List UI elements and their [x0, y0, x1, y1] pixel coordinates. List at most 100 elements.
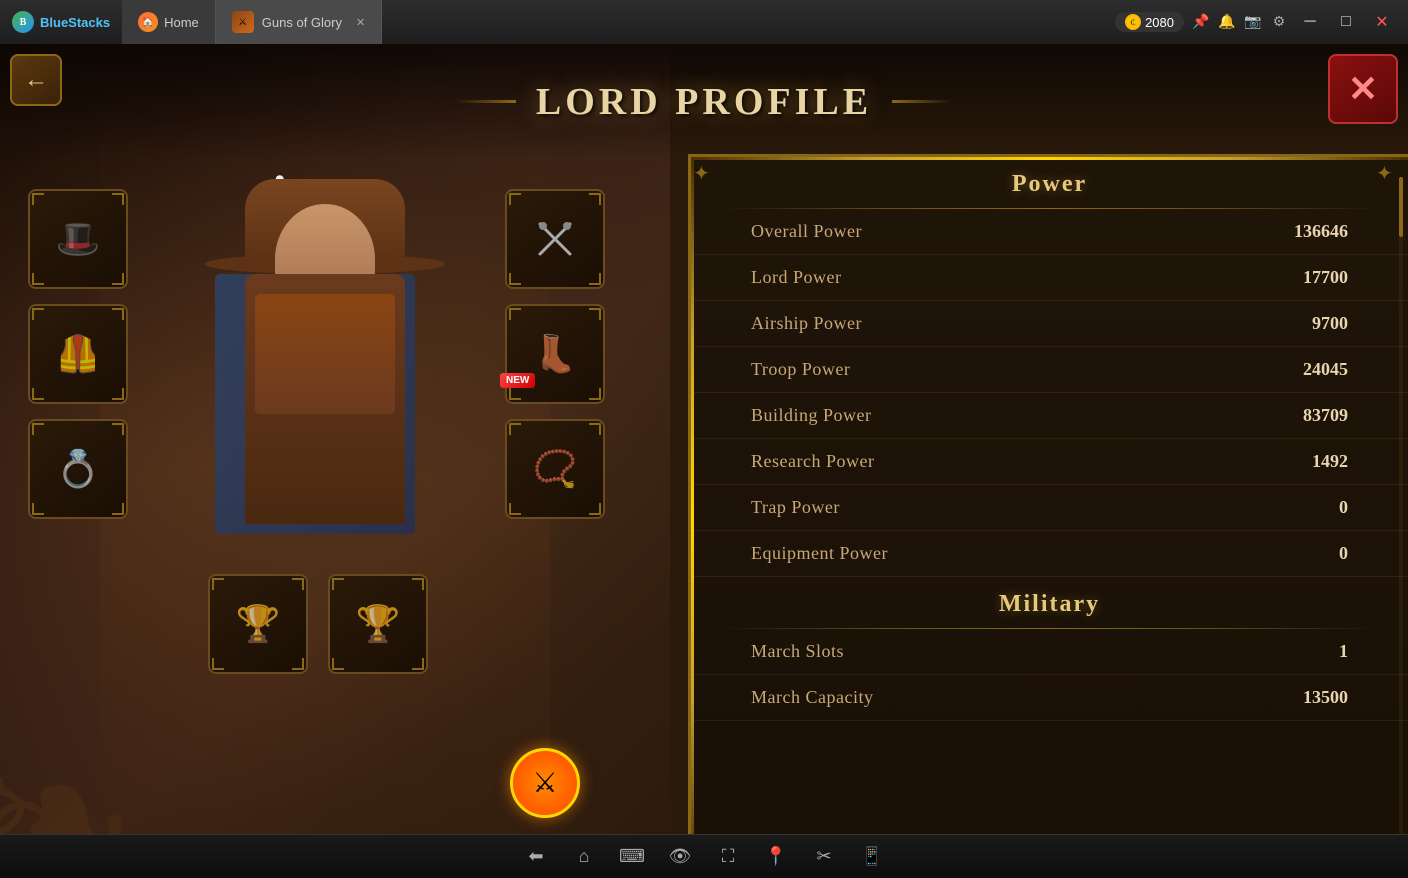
game-tab-icon: ⚔ [232, 11, 254, 33]
lord-power-value: 17700 [1303, 267, 1348, 288]
stats-panel: ✦ ✦ Power Overall Power 136646 Lord Powe… [688, 154, 1408, 878]
equipment-power-value: 0 [1339, 543, 1348, 564]
troop-power-label: Troop Power [751, 359, 850, 380]
taskbar-home-icon[interactable]: ⌂ [570, 843, 598, 871]
ring-slot-icon: 💍 [56, 448, 101, 490]
pin-icon[interactable]: 📌 [1192, 13, 1210, 31]
armor-equipment-slot[interactable]: 🦺 [28, 304, 128, 404]
title-area: LORD PROFILE [0, 44, 1408, 159]
taskbar-back-icon[interactable]: ⬅ [522, 843, 550, 871]
character-body [245, 274, 405, 524]
necklace-slot-icon: 📿 [533, 448, 578, 490]
slot-corner-br [112, 273, 124, 285]
march-slots-value: 1 [1339, 641, 1348, 662]
taskbar-keyboard-icon[interactable]: ⌨ [618, 843, 646, 871]
new-badge: NEW [500, 370, 535, 388]
game-tab-close[interactable]: ✕ [356, 16, 365, 29]
crossed-pistols-icon [530, 214, 580, 264]
back-button[interactable]: ← [10, 54, 62, 106]
taskbar-fullscreen-icon[interactable]: ⛶ [714, 843, 742, 871]
slot-corner-tr [112, 308, 124, 320]
building-power-row: Building Power 83709 [691, 393, 1408, 439]
taskbar-location-icon[interactable]: 📍 [762, 843, 790, 871]
lord-power-row: Lord Power 17700 [691, 255, 1408, 301]
power-section-header: Power [691, 157, 1408, 208]
military-section-header: Military [691, 577, 1408, 628]
slot-corner-bl [212, 658, 224, 670]
notification-icon[interactable]: 🔔 [1218, 13, 1236, 31]
currency-display: ₵ 2080 [1115, 12, 1184, 32]
quest-icon[interactable]: ⚔ [510, 748, 580, 818]
game-area: ❧ LORD PROFILE ← [0, 44, 1408, 878]
boots-equipment-slot[interactable]: 👢 [505, 304, 605, 404]
scroll-indicator[interactable] [1399, 177, 1403, 858]
slot-corner-tl [509, 423, 521, 435]
currency-amount: 2080 [1145, 15, 1174, 30]
close-button[interactable]: ✕ [1328, 54, 1398, 124]
slot-corner-bl [509, 388, 521, 400]
settings-icon[interactable]: ⚙ [1270, 13, 1288, 31]
character-torso [235, 274, 415, 594]
quest-circle: ⚔ [510, 748, 580, 818]
slot-corner-tl [509, 193, 521, 205]
game-tab[interactable]: ⚔ Guns of Glory ✕ [216, 0, 382, 44]
airship-power-value: 9700 [1312, 313, 1348, 334]
slot-corner-tr [589, 423, 601, 435]
new-badge-text: NEW [500, 373, 535, 388]
armor-slot-icon: 🦺 [56, 333, 101, 375]
title-left-decoration [456, 100, 516, 103]
slot-corner-tr [292, 578, 304, 590]
slot-corner-tl [212, 578, 224, 590]
march-capacity-row: March Capacity 13500 [691, 675, 1408, 721]
slot-corner-bl [32, 273, 44, 285]
boots-slot-icon: 👢 [533, 333, 578, 375]
overall-power-row: Overall Power 136646 [691, 209, 1408, 255]
item2-equipment-slot[interactable]: 🏆 [328, 574, 428, 674]
ring-equipment-slot[interactable]: 💍 [28, 419, 128, 519]
title-bar-controls: ₵ 2080 📌 🔔 📷 ⚙ ─ □ ✕ [1115, 8, 1408, 36]
taskbar-view-icon[interactable]: 👁 [666, 843, 694, 871]
panel-left-border [691, 157, 694, 878]
scroll-thumb [1399, 177, 1403, 237]
equipment-power-label: Equipment Power [751, 543, 888, 564]
hat-equipment-slot[interactable]: 🎩 [28, 189, 128, 289]
building-power-label: Building Power [751, 405, 872, 426]
home-tab[interactable]: 🏠 Home [122, 0, 216, 44]
taskbar: ⬅ ⌂ ⌨ 👁 ⛶ 📍 ✂ 📱 [0, 834, 1408, 878]
character-figure [100, 104, 550, 854]
research-power-label: Research Power [751, 451, 874, 472]
trap-power-value: 0 [1339, 497, 1348, 518]
slot-corner-br [589, 273, 601, 285]
window-close-button[interactable]: ✕ [1368, 8, 1396, 36]
slot-corner-br [112, 388, 124, 400]
building-power-value: 83709 [1303, 405, 1348, 426]
camera-icon[interactable]: 📷 [1244, 13, 1262, 31]
title-right-decoration [892, 100, 952, 103]
item1-equipment-slot[interactable]: 🏆 [208, 574, 308, 674]
bluestacks-label: BlueStacks [40, 15, 110, 30]
slot-corner-tr [112, 423, 124, 435]
title-bar: B BlueStacks 🏠 Home ⚔ Guns of Glory ✕ ₵ … [0, 0, 1408, 44]
home-tab-label: Home [164, 15, 199, 30]
bluestacks-logo: B BlueStacks [0, 0, 122, 44]
taskbar-scissors-icon[interactable]: ✂ [810, 843, 838, 871]
slot-corner-br [589, 503, 601, 515]
coin-icon: ₵ [1125, 14, 1141, 30]
slot-corner-br [112, 503, 124, 515]
slot-corner-bl [332, 658, 344, 670]
taskbar-mobile-icon[interactable]: 📱 [858, 843, 886, 871]
minimize-button[interactable]: ─ [1296, 8, 1324, 36]
maximize-button[interactable]: □ [1332, 8, 1360, 36]
slot-corner-bl [32, 503, 44, 515]
back-arrow-icon: ← [24, 67, 48, 94]
corner-ornament-tl: ✦ [693, 159, 723, 189]
march-slots-label: March Slots [751, 641, 844, 662]
necklace-equipment-slot[interactable]: 📿 [505, 419, 605, 519]
slot-corner-tl [32, 193, 44, 205]
slot-corner-tr [589, 193, 601, 205]
slot-corner-tl [32, 423, 44, 435]
march-slots-row: March Slots 1 [691, 629, 1408, 675]
slot-corner-tl [509, 308, 521, 320]
weapon-equipment-slot[interactable] [505, 189, 605, 289]
slot-corner-br [292, 658, 304, 670]
